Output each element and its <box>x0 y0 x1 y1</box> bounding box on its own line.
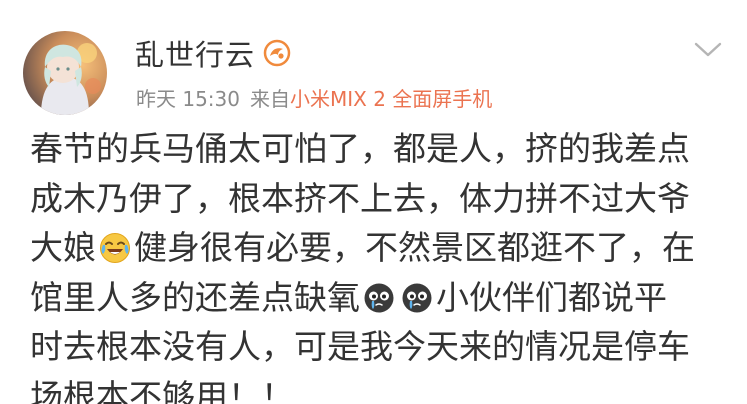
member-crown-badge-icon <box>263 39 291 67</box>
avatar[interactable] <box>23 31 107 115</box>
weibo-post-card: 乱世行云 昨天 15:30 来自小米MIX 2 全面屏手机 春节的兵马俑太可怕了，… <box>0 0 747 404</box>
laughing-crying-emoji-icon <box>100 233 130 263</box>
username[interactable]: 乱世行云 <box>135 32 255 74</box>
post-meta: 昨天 15:30 来自小米MIX 2 全面屏手机 <box>136 83 492 112</box>
post-text-line: 时去根本没有人，可是我今天来的情况是停车 <box>30 327 690 366</box>
post-text-line: 大娘 健身很有必要，不然景区都逛不了，在 <box>30 223 730 273</box>
post-text-segment: 馆里人多的还差点缺氧 <box>30 277 360 317</box>
post-text-segment: 大娘 <box>30 228 96 267</box>
source-device-link[interactable]: 小米MIX 2 全面屏手机 <box>290 87 492 111</box>
post-time: 昨天 15:30 <box>136 87 240 111</box>
post-text-segment: 小伙伴们都说平 <box>436 277 667 317</box>
post-text-line: 馆里人多的还差点缺氧 小伙伴们都说平 <box>30 273 730 323</box>
post-text-line: 春节的兵马俑太可怕了，都是人，挤的我差点 <box>30 129 690 168</box>
chevron-down-icon[interactable] <box>693 40 723 60</box>
post-content: 春节的兵马俑太可怕了，都是人，挤的我差点 成木乃伊了，根本挤不上去，体力拼不过大… <box>30 124 730 404</box>
post-text-segment: 健身很有必要，不然景区都逛不了，在 <box>134 228 695 267</box>
crying-black-emoji-icon <box>402 283 432 312</box>
post-text-line: 场根本不够用！！ <box>30 376 294 404</box>
source-prefix: 来自 <box>250 87 290 111</box>
username-row: 乱世行云 <box>135 33 291 73</box>
crying-black-emoji-icon <box>364 283 394 312</box>
post-text-line: 成木乃伊了，根本挤不上去，体力拼不过大爷 <box>30 178 690 218</box>
